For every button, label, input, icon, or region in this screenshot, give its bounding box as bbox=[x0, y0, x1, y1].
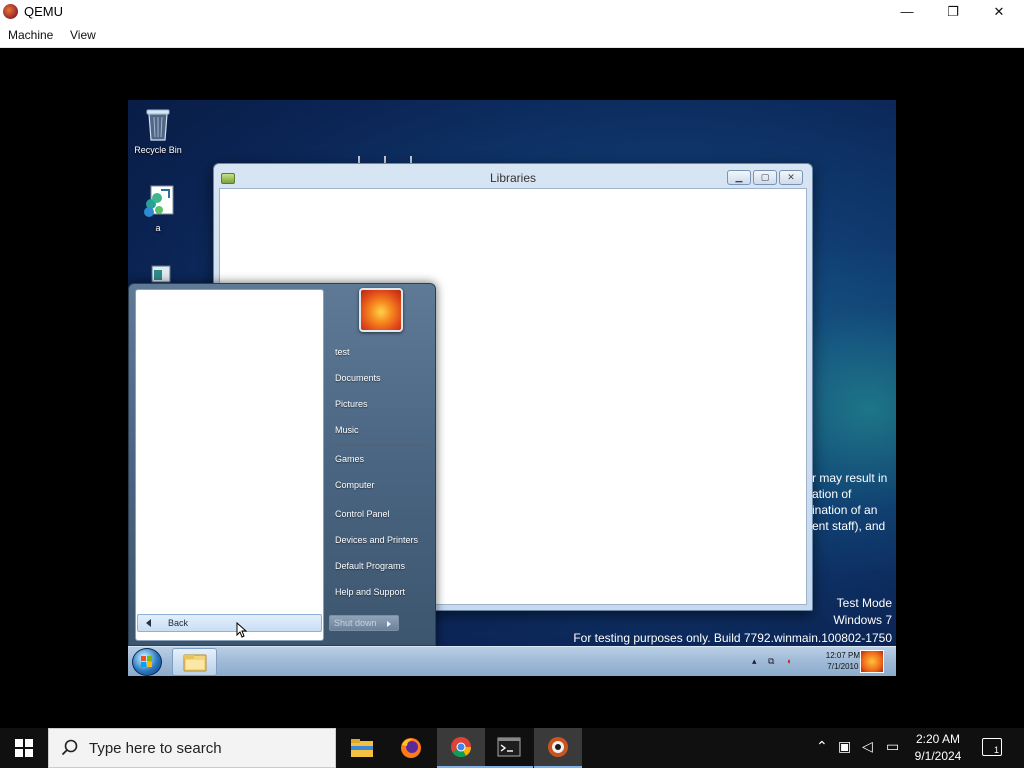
show-desktop-icon[interactable] bbox=[860, 650, 884, 673]
start-item-test[interactable]: test bbox=[335, 347, 350, 357]
eula-line: ation of bbox=[812, 487, 852, 501]
libraries-maximize-button[interactable]: ▢ bbox=[753, 170, 777, 185]
firefox-icon bbox=[401, 738, 421, 758]
start-item-devices-and-printers[interactable]: Devices and Printers bbox=[335, 535, 418, 545]
host-clock-time: 2:20 AM bbox=[915, 732, 961, 746]
start-item-music[interactable]: Music bbox=[335, 425, 359, 435]
guest-taskbar: ▴ ⧉ ◖ 12:07 PM 7/1/2010 bbox=[128, 646, 896, 676]
start-item-documents[interactable]: Documents bbox=[335, 373, 381, 383]
guest-clock[interactable]: 12:07 PM 7/1/2010 bbox=[826, 650, 860, 672]
notification-count-badge: 1 bbox=[993, 745, 1001, 755]
guest-explorer-taskbar-button[interactable] bbox=[172, 648, 217, 676]
setup-package-icon bbox=[141, 184, 175, 220]
start-menu-programs-pane[interactable]: Back bbox=[135, 289, 324, 641]
libraries-minimize-button[interactable]: ▁ bbox=[727, 170, 751, 185]
host-clock[interactable]: 2:20 AM 9/1/2024 bbox=[906, 731, 970, 765]
start-item-default-programs[interactable]: Default Programs bbox=[335, 561, 405, 571]
libraries-close-button[interactable]: ✕ bbox=[779, 170, 803, 185]
test-mode-label: Test Mode bbox=[836, 596, 892, 610]
host-start-button[interactable] bbox=[0, 728, 48, 768]
start-menu-separator bbox=[332, 499, 427, 500]
user-avatar[interactable] bbox=[359, 288, 403, 332]
network-icon[interactable]: ▣ bbox=[838, 738, 851, 755]
back-label: Back bbox=[168, 618, 189, 628]
shutdown-options-arrow-icon[interactable] bbox=[387, 621, 391, 627]
terminal-icon bbox=[497, 737, 521, 757]
taskbar-qemu[interactable] bbox=[534, 728, 582, 768]
show-hidden-icons-icon[interactable]: ▴ bbox=[752, 656, 757, 667]
desktop-icon-a[interactable]: a bbox=[128, 184, 188, 233]
qemu-app-icon bbox=[3, 4, 18, 19]
start-item-computer[interactable]: Computer bbox=[335, 480, 375, 490]
back-button[interactable]: Back bbox=[137, 614, 322, 632]
display-icon[interactable]: ▭ bbox=[886, 738, 899, 755]
eula-line: r may result in bbox=[812, 471, 888, 485]
back-arrow-icon bbox=[146, 619, 151, 627]
qemu-titlebar: QEMU — ❐ ✕ bbox=[0, 0, 1024, 23]
folder-icon bbox=[183, 654, 207, 672]
shutdown-button[interactable]: Shut down bbox=[329, 615, 399, 631]
start-menu[interactable]: Back test Documents Pictures Music Games… bbox=[128, 283, 436, 646]
taskbar-chrome[interactable] bbox=[437, 728, 485, 768]
search-icon bbox=[61, 739, 78, 756]
eula-line: ent staff), and bbox=[812, 519, 886, 533]
start-item-pictures[interactable]: Pictures bbox=[335, 399, 368, 409]
windows-start-orb-icon[interactable] bbox=[132, 648, 162, 676]
guest-clock-date: 7/1/2010 bbox=[827, 662, 859, 671]
os-name-label: Windows 7 bbox=[833, 613, 892, 627]
menu-machine[interactable]: Machine bbox=[8, 28, 53, 42]
shutdown-label: Shut down bbox=[334, 618, 377, 628]
volume-muted-icon[interactable]: ◖ bbox=[786, 656, 791, 666]
taskbar-terminal[interactable] bbox=[485, 728, 533, 768]
libraries-window-title: Libraries bbox=[489, 171, 537, 185]
show-hidden-icons-icon[interactable]: ⌃ bbox=[816, 738, 828, 755]
guest-screen[interactable]: Recycle Bin a Libraries ▁ ▢ ✕ r may resu… bbox=[128, 100, 896, 676]
desktop-icon-recycle-bin[interactable]: Recycle Bin bbox=[128, 106, 188, 155]
mouse-cursor-icon bbox=[236, 622, 248, 638]
qemu-menubar: Machine View bbox=[0, 23, 1024, 48]
restore-button[interactable]: ❐ bbox=[930, 0, 976, 23]
minimize-button[interactable]: — bbox=[884, 0, 930, 23]
host-taskbar: Type here to search ⌃ ▣ ◁ ▭ 2:20 AM 9/1/… bbox=[0, 728, 1024, 768]
start-item-games[interactable]: Games bbox=[335, 454, 364, 464]
guest-clock-time: 12:07 PM bbox=[825, 651, 860, 660]
desktop-icon-label: Recycle Bin bbox=[134, 145, 182, 155]
qemu-icon bbox=[548, 737, 568, 757]
recycle-bin-icon bbox=[141, 106, 175, 142]
windows-logo-icon bbox=[15, 739, 33, 757]
host-clock-date: 9/1/2024 bbox=[914, 749, 962, 763]
volume-muted-icon[interactable]: ◁ bbox=[862, 738, 873, 755]
taskbar-firefox[interactable] bbox=[387, 728, 435, 768]
network-icon[interactable]: ⧉ bbox=[768, 656, 774, 667]
build-info-label: For testing purposes only. Build 7792.wi… bbox=[573, 631, 892, 645]
start-menu-separator bbox=[332, 444, 427, 445]
start-item-control-panel[interactable]: Control Panel bbox=[335, 509, 390, 519]
eula-text: r may result in ation of ination of an e… bbox=[812, 470, 887, 534]
file-explorer-icon bbox=[351, 739, 373, 757]
menu-view[interactable]: View bbox=[70, 28, 96, 42]
search-placeholder: Type here to search bbox=[89, 740, 222, 757]
eula-line: ination of an bbox=[812, 503, 878, 517]
window-title: QEMU bbox=[24, 4, 63, 19]
host-search-box[interactable]: Type here to search bbox=[48, 728, 336, 768]
desktop-icon-label: a bbox=[155, 223, 161, 233]
action-center-icon[interactable]: 1 bbox=[982, 738, 1002, 756]
taskbar-file-explorer[interactable] bbox=[338, 728, 386, 768]
close-button[interactable]: ✕ bbox=[976, 0, 1022, 23]
start-item-help-and-support[interactable]: Help and Support bbox=[335, 587, 405, 597]
chrome-icon bbox=[451, 737, 472, 758]
